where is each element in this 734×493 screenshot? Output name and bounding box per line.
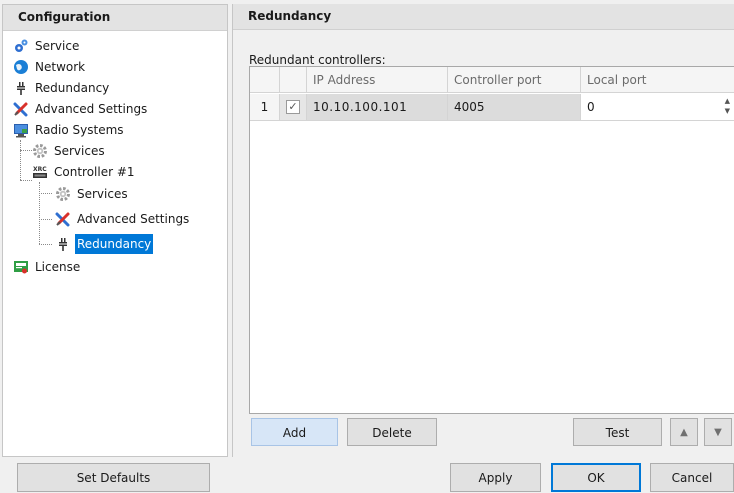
plug-icon — [55, 236, 71, 252]
tree-guide — [20, 150, 32, 151]
apply-button[interactable]: Apply — [450, 463, 541, 492]
row-checkbox[interactable]: ✓ — [286, 100, 300, 114]
tree-label: Controller #1 — [54, 165, 135, 179]
column-header-local-port[interactable]: Local port — [581, 67, 734, 93]
tree-label: Radio Systems — [35, 123, 124, 137]
add-button[interactable]: Add — [251, 418, 338, 446]
column-header-check — [280, 67, 307, 93]
configuration-header: Configuration — [3, 5, 227, 31]
tree-guide — [39, 244, 52, 245]
column-header-ip[interactable]: IP Address — [307, 67, 448, 93]
globe-icon — [13, 59, 29, 75]
row-number: 1 — [250, 94, 280, 121]
column-header-rownum — [250, 67, 280, 93]
set-defaults-button[interactable]: Set Defaults — [17, 463, 210, 492]
gear-icon — [13, 38, 29, 54]
row-checkbox-cell[interactable]: ✓ — [280, 94, 307, 121]
tree-label: Redundancy — [35, 81, 110, 95]
local-port-spinner[interactable]: 0 ▲ ▼ — [581, 94, 734, 121]
move-up-button[interactable]: ▲ — [670, 418, 698, 446]
cancel-button[interactable]: Cancel — [650, 463, 734, 492]
ok-button[interactable]: OK — [551, 463, 641, 492]
redundant-controllers-grid: IP Address Controller port Local port 1 … — [249, 66, 734, 414]
tools-icon — [13, 101, 29, 117]
cell-controller-port[interactable]: 4005 — [448, 94, 581, 121]
tree-guide — [39, 182, 40, 244]
column-header-controller-port[interactable]: Controller port — [448, 67, 581, 93]
tree-label: Services — [54, 144, 105, 158]
dialog-footer: Set Defaults Apply OK Cancel — [0, 457, 734, 493]
monitor-icon — [13, 122, 29, 138]
tree-guide — [20, 140, 21, 180]
configuration-panel: Configuration Service Network Redundancy… — [2, 4, 228, 457]
tree-label: Redundancy — [75, 234, 154, 254]
grid-label: Redundant controllers: — [249, 53, 386, 67]
move-down-button[interactable]: ▼ — [704, 418, 732, 446]
gear-icon — [32, 143, 48, 159]
local-port-value[interactable]: 0 — [587, 100, 595, 114]
delete-button[interactable]: Delete — [347, 418, 437, 446]
tree-guide — [39, 193, 52, 194]
tree-label: Network — [35, 60, 86, 74]
xrc-controller-icon: XRC — [32, 164, 48, 180]
svg-text:XRC: XRC — [33, 166, 47, 173]
redundancy-header: Redundancy — [233, 4, 734, 30]
tree-guide — [39, 219, 52, 220]
cell-ip-address[interactable]: 10.10.100.101 — [307, 94, 448, 121]
tree-label: Services — [77, 187, 128, 201]
tree-label: Advanced Settings — [35, 102, 148, 116]
test-button[interactable]: Test — [573, 418, 662, 446]
tree-guide — [20, 180, 32, 181]
tree-label: Service — [35, 39, 80, 53]
license-icon — [13, 259, 29, 275]
spin-up-icon[interactable]: ▲ — [725, 97, 730, 106]
tools-icon — [55, 211, 71, 227]
spin-down-icon[interactable]: ▼ — [725, 107, 730, 116]
redundancy-panel: Redundancy Redundant controllers: IP Add… — [232, 4, 734, 457]
tree-label: Advanced Settings — [77, 212, 190, 226]
configuration-tree: Service Network Redundancy Advanced Sett… — [3, 31, 227, 456]
tree-label: License — [35, 260, 81, 274]
plug-icon — [13, 80, 29, 96]
gear-icon — [55, 186, 71, 202]
